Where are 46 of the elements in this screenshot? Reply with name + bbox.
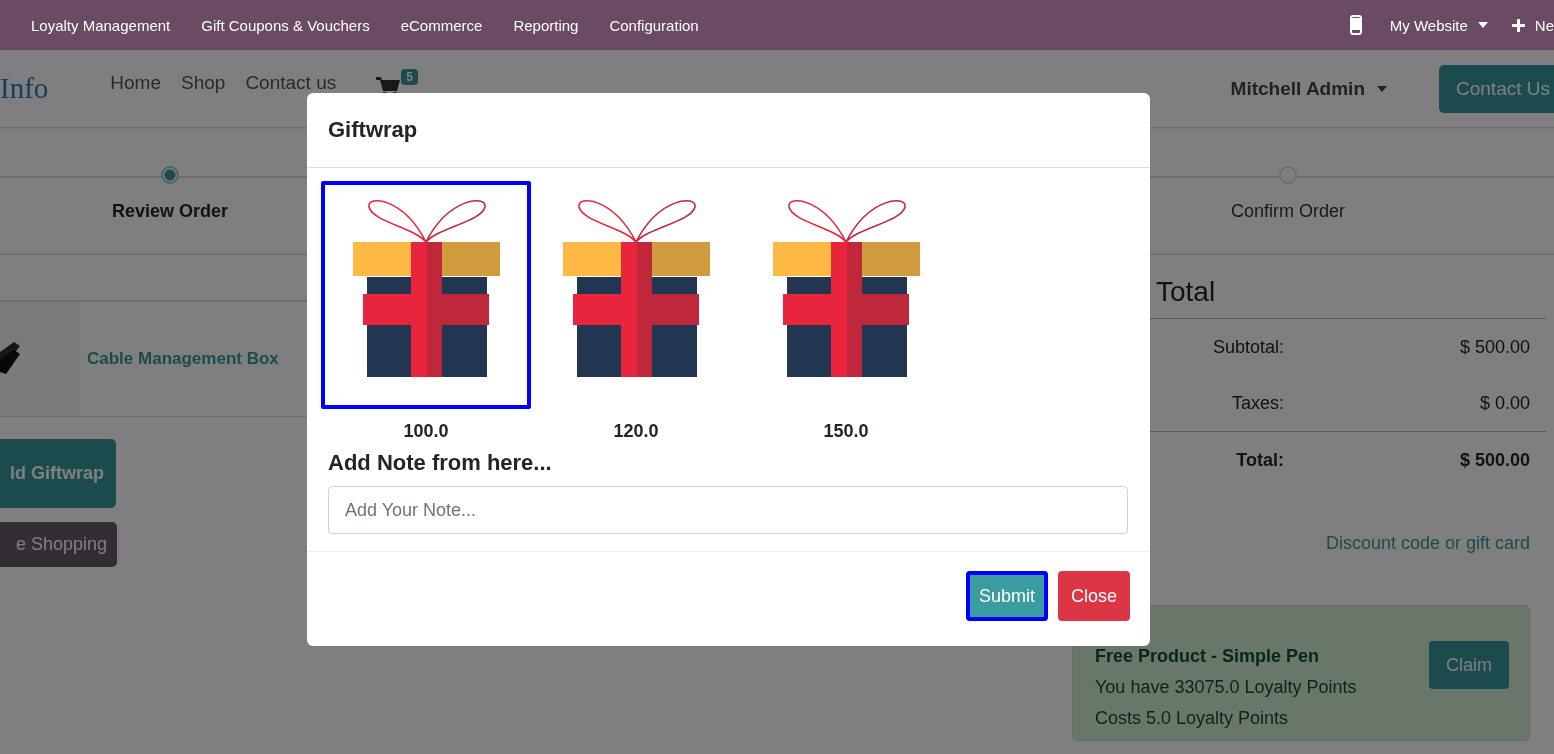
menu-item[interactable]: Reporting (513, 16, 579, 34)
menu-item[interactable]: Gift Coupons & Vouchers (201, 16, 370, 34)
summary-label: Taxes: (1230, 393, 1284, 414)
plus-icon (1511, 18, 1525, 32)
option-price: 100.0 (403, 421, 449, 442)
product-name-link[interactable]: Cable Management Box (87, 349, 279, 369)
website-menu[interactable]: My Website (1389, 16, 1468, 34)
gift-box-icon (772, 197, 920, 377)
cart-count-badge: 5 (401, 68, 418, 85)
add-giftwrap-button[interactable]: ld Giftwrap (0, 439, 116, 508)
menu-item[interactable]: eCommerce (400, 16, 483, 34)
contact-us-button[interactable]: Contact Us (1439, 64, 1554, 113)
summary-label: Total: (1235, 450, 1284, 471)
step-label: Review Order (111, 201, 229, 222)
new-menu[interactable]: Ne (1534, 16, 1554, 34)
reward-text: You have 33075.0 Loyalty Points (1095, 676, 1358, 699)
note-heading: Add Note from here... (328, 450, 553, 476)
summary-label: Subtotal: (1211, 337, 1284, 358)
menu-item[interactable]: Configuration (609, 16, 699, 34)
giftwrap-option[interactable] (321, 181, 531, 409)
caret-icon (1477, 22, 1488, 28)
nav-link[interactable]: Shop (181, 71, 226, 94)
dialog-title: Giftwrap (328, 117, 418, 143)
site-logo[interactable]: Info (0, 72, 49, 105)
user-menu[interactable]: Mitchell Admin (1230, 77, 1365, 100)
reward-text: Costs 5.0 Loyalty Points (1095, 707, 1290, 730)
menu-item[interactable]: Loyalty Management (31, 16, 171, 34)
option-price: 120.0 (613, 421, 659, 442)
continue-shopping-button[interactable]: e Shopping (0, 522, 117, 567)
summary-value: $ 500.00 (1459, 337, 1530, 358)
mobile-phone-icon (1349, 15, 1362, 35)
option-price: 150.0 (823, 421, 869, 442)
submit-button[interactable]: Submit (965, 571, 1048, 621)
step-label: Confirm Order (1231, 201, 1345, 222)
gift-box-icon (352, 197, 500, 377)
note-input[interactable]: Add Your Note... (328, 486, 1128, 534)
nav-link[interactable]: Contact us (245, 71, 337, 94)
summary-value: $ 500.00 (1459, 450, 1530, 471)
claim-button[interactable]: Claim (1429, 641, 1509, 689)
nav-link[interactable]: Home (110, 71, 161, 94)
reward-title: Free Product - Simple Pen (1095, 645, 1321, 668)
summary-value: $ 0.00 (1479, 393, 1530, 414)
caret-icon (1377, 85, 1387, 92)
close-button[interactable]: Close (1057, 571, 1130, 621)
product-box-icon (0, 342, 20, 376)
gift-box-icon (562, 197, 710, 377)
